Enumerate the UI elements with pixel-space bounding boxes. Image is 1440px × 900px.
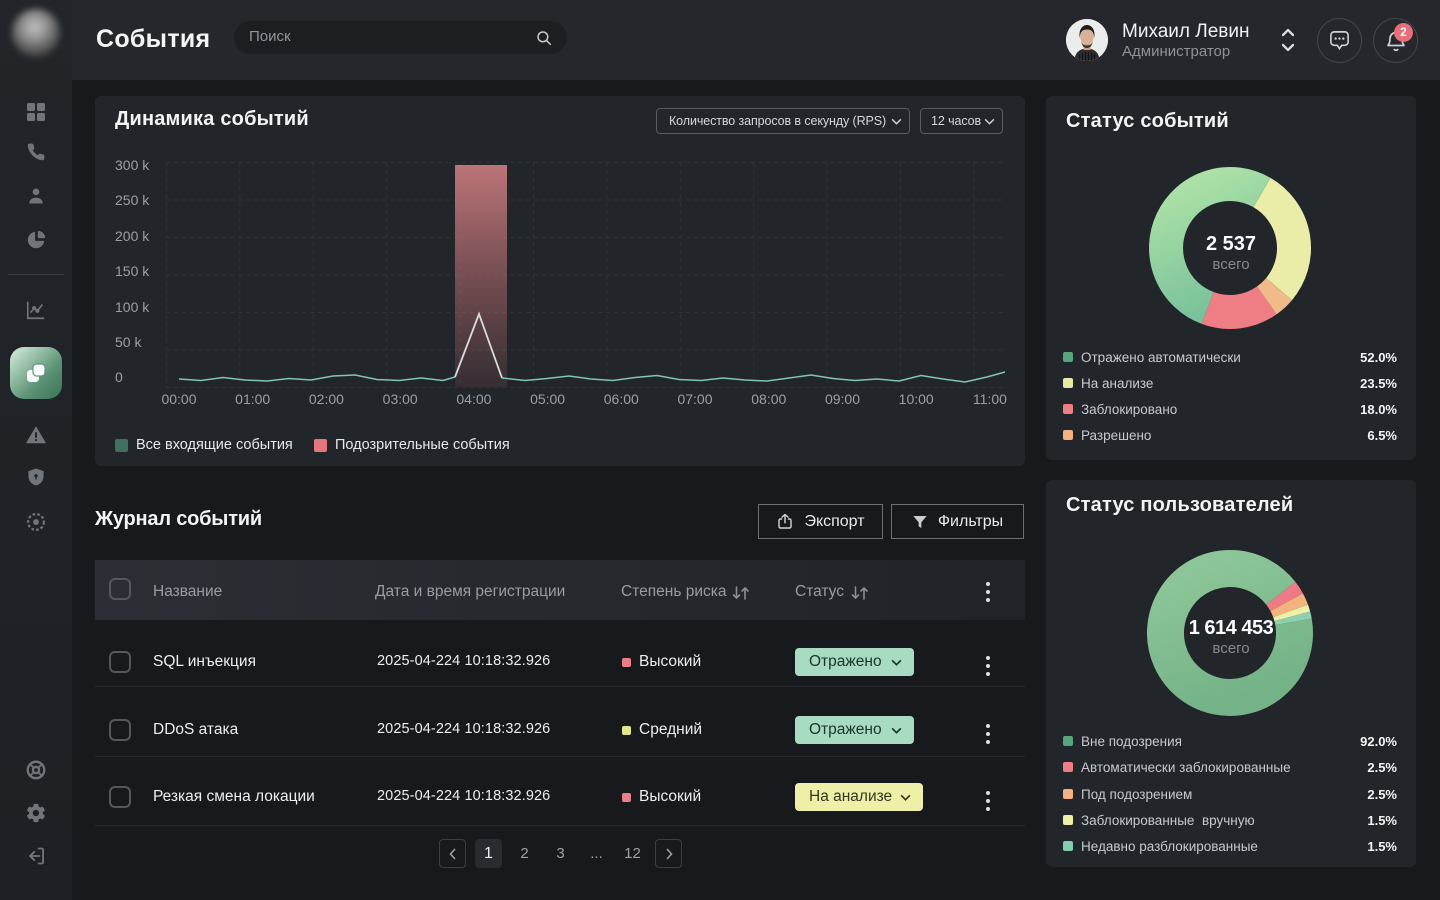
svg-text:150 k: 150 k [115,263,150,279]
svg-text:300 k: 300 k [115,157,150,173]
svg-text:00:00: 00:00 [161,391,196,407]
svg-text:100 k: 100 k [115,299,150,315]
svg-text:02:00: 02:00 [309,391,344,407]
svg-text:0: 0 [115,369,123,385]
svg-text:07:00: 07:00 [677,391,712,407]
svg-text:200 k: 200 k [115,228,150,244]
svg-text:250 k: 250 k [115,192,150,208]
svg-text:06:00: 06:00 [604,391,639,407]
svg-text:03:00: 03:00 [383,391,418,407]
svg-text:10:00: 10:00 [899,391,934,407]
svg-text:09:00: 09:00 [825,391,860,407]
svg-text:04:00: 04:00 [456,391,491,407]
svg-text:08:00: 08:00 [751,391,786,407]
svg-text:01:00: 01:00 [235,391,270,407]
svg-text:05:00: 05:00 [530,391,565,407]
svg-text:50 k: 50 k [115,334,142,350]
svg-text:11:00: 11:00 [973,391,1007,407]
